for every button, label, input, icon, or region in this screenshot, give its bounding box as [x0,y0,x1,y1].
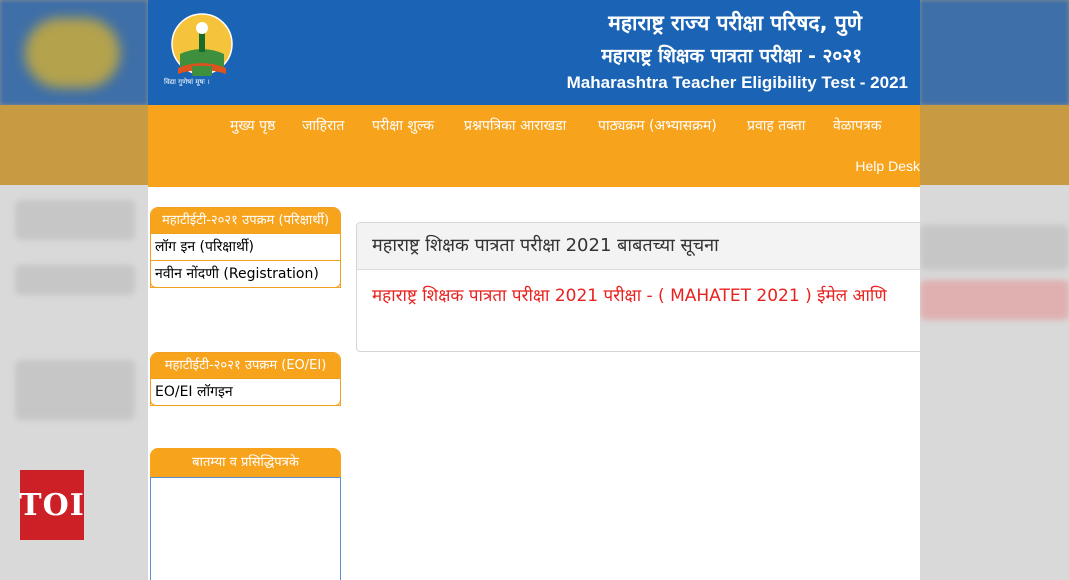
blurred-background-right [920,0,1069,580]
officer-panel: महाटीईटी-२०२१ उपक्रम (EO/EI) EO/EI लॉगइन [150,352,341,406]
candidate-panel-title: महाटीईटी-२०२१ उपक्रम (परिक्षार्थी) [151,208,340,233]
candidate-panel: महाटीईटी-२०२१ उपक्रम (परिक्षार्थी) लॉग इ… [150,207,341,288]
nav-home[interactable]: मुख्य पृष्ठ [230,116,275,135]
nav-flowchart[interactable]: प्रवाह तक्ता [747,116,805,135]
news-panel: बातम्या व प्रसिद्धिपत्रके [150,448,341,580]
nav-syllabus[interactable]: पाठ्यक्रम (अभ्यासक्रम) [598,116,717,135]
notice-link[interactable]: महाराष्ट्र शिक्षक पात्रता परीक्षा 2021 प… [357,270,920,319]
site-header: विद्या गुणेषां मूषः । महाराष्ट्र राज्य प… [148,0,920,105]
new-registration-link[interactable]: नवीन नोंदणी (Registration) [150,260,341,288]
toi-watermark: TOI [19,470,84,540]
nav-schedule[interactable]: वेळापत्रक [833,116,881,135]
eo-ei-login-link[interactable]: EO/EI लॉगइन [150,378,341,406]
nav-advertisement[interactable]: जाहिरात [302,116,344,135]
org-title: महाराष्ट्र राज्य परीक्षा परिषद, पुणे [608,11,862,35]
exam-title-english: Maharashtra Teacher Eligibility Test - 2… [566,73,908,92]
logo-tagline: विद्या गुणेषां मूषः । [164,78,210,86]
nav-question-paper-pattern[interactable]: प्रश्नपत्रिका आराखडा [464,116,566,135]
news-list[interactable] [150,477,341,580]
browser-page: विद्या गुणेषां मूषः । महाराष्ट्र राज्य प… [148,0,920,580]
nav-exam-fee[interactable]: परीक्षा शुल्क [372,116,434,135]
candidate-login-link[interactable]: लॉग इन (परिक्षार्थी) [151,233,340,260]
nav-help-desk[interactable]: Help Desk [855,158,920,174]
main-nav: मुख्य पृष्ठ जाहिरात परीक्षा शुल्क प्रश्न… [148,105,920,187]
officer-panel-title: महाटीईटी-२०२१ उपक्रम (EO/EI) [151,353,340,378]
notice-heading: महाराष्ट्र शिक्षक पात्रता परीक्षा 2021 ब… [357,223,920,270]
exam-title-marathi: महाराष्ट्र शिक्षक पात्रता परीक्षा - २०२१ [601,45,862,67]
news-panel-title: बातम्या व प्रसिद्धिपत्रके [150,448,341,477]
notice-card: महाराष्ट्र शिक्षक पात्रता परीक्षा 2021 ब… [356,222,920,352]
